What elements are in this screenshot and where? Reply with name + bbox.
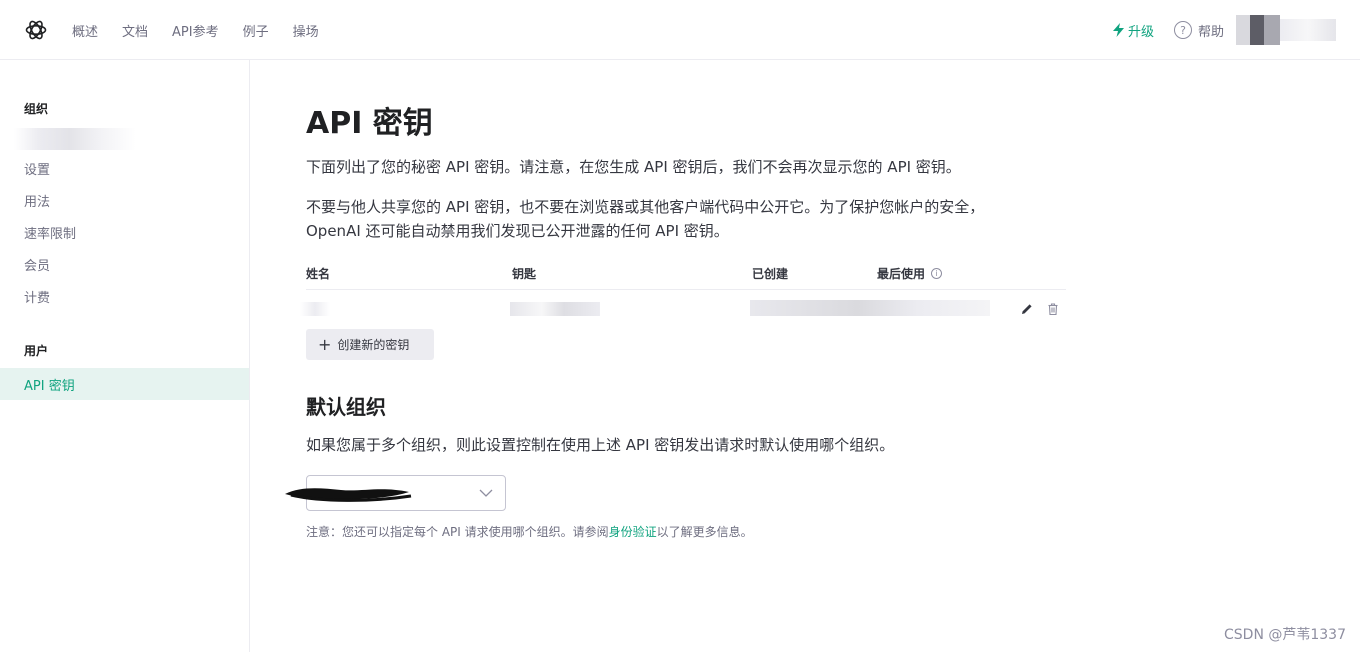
sidebar-item-label: 速率限制 [24,226,77,242]
pencil-icon[interactable] [1020,302,1034,316]
column-header-name: 姓名 [306,267,331,281]
default-org-description: 如果您属于多个组织，则此设置控制在使用上述 API 密钥发出请求时默认使用哪个组… [306,436,895,454]
sidebar-item-label: 用法 [24,194,51,210]
chevron-down-icon [479,489,493,497]
user-avatar[interactable] [1236,15,1336,45]
plus-icon: + [318,334,332,354]
nav-link-overview[interactable]: 概述 [72,21,98,40]
help-button[interactable]: ? 帮助 [1173,21,1224,40]
key-value-redacted [510,302,600,316]
page-title: API 密钥 [306,106,433,141]
authentication-link[interactable]: 身份验证 [609,525,657,539]
sidebar-item-billing[interactable]: 计费 [0,280,249,312]
question-mark-icon: ? [1173,21,1192,39]
top-navbar: 概述 文档 API参考 例子 操场 升级 ? 帮助 [0,0,1360,60]
create-secret-key-label: 创建新的密钥 [337,338,410,352]
column-header-last-used: 最后使用 i [877,265,943,282]
upgrade-button[interactable]: 升级 [1112,21,1154,40]
nav-right: 升级 ? 帮助 [1112,0,1336,60]
sidebar: 组织 设置 用法 速率限制 会员 计费 用户 API 密钥 [0,60,250,652]
sidebar-item-members[interactable]: 会员 [0,248,249,280]
organization-name-redacted [14,128,136,150]
sidebar-item-rate-limits[interactable]: 速率限制 [0,216,249,248]
warning-text: 不要与他人共享您的 API 密钥，也不要在浏览器或其他客户端代码中公开它。为了保… [306,198,985,240]
sidebar-item-label: API 密钥 [24,378,75,394]
help-label: 帮助 [1197,24,1224,40]
redaction-scribble [285,488,412,502]
sidebar-item-label: 计费 [24,290,51,306]
nav-link-playground[interactable]: 操场 [293,21,319,40]
column-header-last-used-label: 最后使用 [877,267,926,281]
sidebar-item-api-keys[interactable]: API 密钥 [0,368,249,400]
lightning-icon [1112,23,1124,37]
sidebar-heading-user: 用户 [24,344,49,358]
nav-link-docs[interactable]: 文档 [122,21,148,40]
intro-text: 下面列出了您的秘密 API 密钥。请注意，在您生成 API 密钥后，我们不会再次… [306,158,961,176]
info-icon[interactable]: i [931,268,943,279]
trash-icon[interactable] [1046,302,1060,316]
sidebar-heading-organization: 组织 [24,102,49,116]
upgrade-label: 升级 [1127,24,1154,40]
sidebar-item-label: 设置 [24,162,51,178]
sidebar-item-label: 会员 [24,258,51,274]
sidebar-item-usage[interactable]: 用法 [0,184,249,216]
note-text: 注意：您还可以指定每个 API 请求使用哪个组织。请参阅身份验证以了解更多信息。 [306,523,753,540]
note-suffix: 以了解更多信息。 [656,525,753,539]
nav-link-examples[interactable]: 例子 [243,21,269,40]
watermark: CSDN @芦苇1337 [1224,627,1346,643]
table-divider [306,289,1066,290]
default-org-select[interactable] [285,475,506,511]
openai-logo-icon[interactable] [24,18,48,42]
nav-links: 概述 文档 API参考 例子 操场 [72,0,343,60]
sidebar-item-settings[interactable]: 设置 [0,152,249,184]
key-name-redacted [300,302,330,316]
column-header-created: 已创建 [752,267,789,281]
nav-link-api-reference[interactable]: API参考 [172,21,219,40]
key-dates-redacted [750,300,990,316]
default-org-title: 默认组织 [306,395,386,419]
note-prefix: 注意：您还可以指定每个 API 请求使用哪个组织。请参阅 [306,525,609,539]
column-header-key: 钥匙 [512,267,537,281]
create-secret-key-button[interactable]: + 创建新的密钥 [306,329,434,360]
